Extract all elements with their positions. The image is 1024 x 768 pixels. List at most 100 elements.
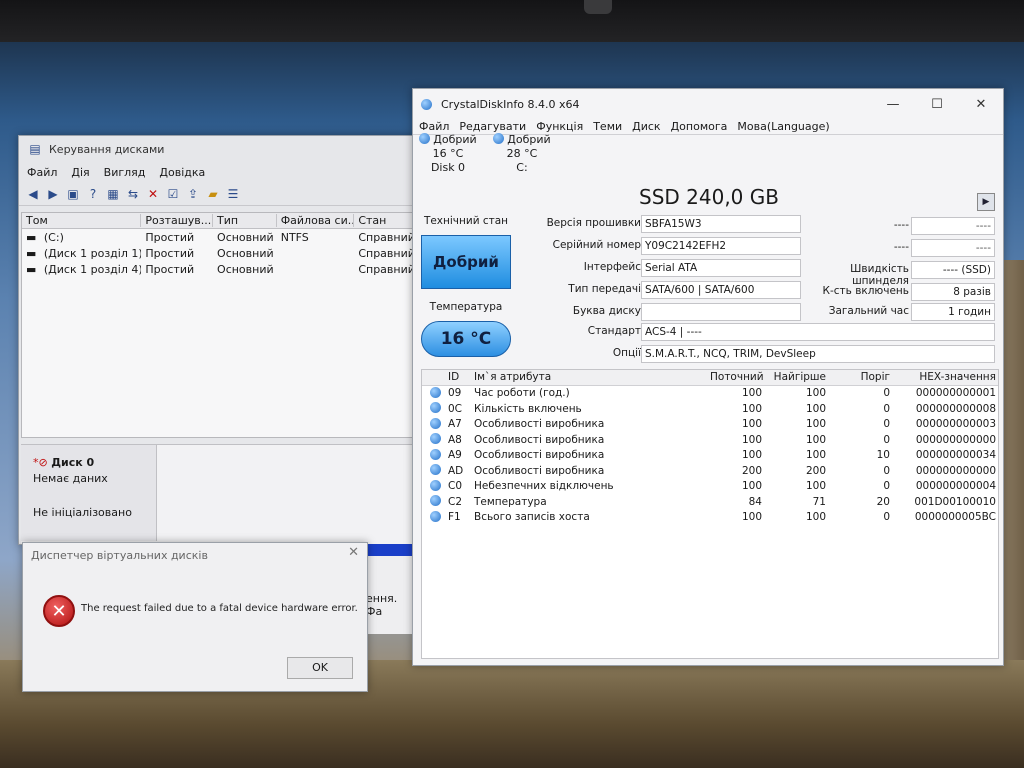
table-row[interactable]: A8 Особливості виробника 100 100 0 0000000000…: [422, 432, 998, 448]
col-current[interactable]: Поточний: [710, 371, 764, 383]
status-dot-icon: [422, 402, 448, 415]
attr-id: C2: [448, 495, 463, 508]
col-worst[interactable]: Найгірше: [762, 371, 826, 383]
attr-raw-hex: 000000000034: [915, 449, 996, 462]
status-dot-icon: [422, 433, 448, 446]
attr-id: A9: [448, 449, 462, 462]
table-row[interactable]: C0 Небезпечних відключень 100 100 0 000000000…: [422, 479, 998, 495]
col-raw-hex[interactable]: HEX-значення: [890, 371, 996, 383]
disk-tab-0[interactable]: Добрий 16 °C Disk 0: [413, 133, 483, 175]
back-icon[interactable]: ◀: [25, 186, 41, 202]
attr-raw-hex: 000000000003: [915, 418, 996, 431]
blank-field-b: ----: [911, 239, 995, 257]
table-row[interactable]: ▬ (Диск 1 розділ 1) Простий Основний Спр…: [22, 245, 416, 261]
attr-name: Час роботи (год.): [474, 387, 570, 400]
toolbar: ◀ ▶ ▣ ? ▦ ⇆ ✕ ☑ ⇪ ▰ ☰: [19, 182, 417, 206]
disk-tab-status-text: Добрий: [433, 133, 477, 146]
attr-worst: 100: [805, 433, 826, 446]
attr-worst: 100: [805, 449, 826, 462]
disk-0-panel[interactable]: *⊘ Диск 0 Немає даних Не ініціалізовано: [21, 445, 157, 541]
attr-raw-hex: 000000000004: [915, 480, 996, 493]
disk-tab-name: Disk 0: [430, 161, 466, 174]
volume-status: Справний...: [358, 262, 416, 276]
connect-icon[interactable]: ⇆: [125, 186, 141, 202]
menu-theme[interactable]: Теми: [593, 120, 622, 133]
table-row[interactable]: F1 Всього записів хоста 100 100 0 0000000005B…: [422, 510, 998, 526]
blank-label-a: ----: [893, 219, 909, 231]
table-row[interactable]: 0C Кількість включень 100 100 0 000000000008: [422, 401, 998, 417]
maximize-icon[interactable]: ☐: [915, 89, 959, 119]
temp-label: Температура: [429, 301, 503, 313]
volume-name: ▬ (Диск 1 розділ 1): [26, 246, 142, 260]
delete-icon[interactable]: ✕: [145, 186, 161, 202]
menu-disk[interactable]: Диск: [632, 120, 660, 133]
disk-tab-temp: 16 °C: [432, 147, 464, 160]
ok-button[interactable]: OK: [287, 657, 353, 679]
console-icon[interactable]: ▣: [65, 186, 81, 202]
rpm-label: Швидкість шпинделя: [850, 263, 909, 287]
features-field: S.M.A.R.T., NCQ, TRIM, DevSleep: [641, 345, 995, 363]
col-status[interactable]: Стан: [354, 214, 416, 227]
next-disk-button[interactable]: ▶: [977, 193, 995, 211]
volume-list: Том Розташув... Тип Файлова си... Стан ▬…: [21, 212, 417, 438]
attr-raw-hex: 000000000000: [915, 464, 996, 477]
disk-tab-status: Добрий: [487, 133, 557, 147]
volume-filesystem: NTFS: [280, 230, 309, 244]
attr-worst: 200: [805, 464, 826, 477]
attr-current: 100: [741, 402, 762, 415]
properties-icon[interactable]: ▦: [105, 186, 121, 202]
check-icon[interactable]: ☑: [165, 186, 181, 202]
col-filesystem[interactable]: Файлова си...: [277, 214, 355, 227]
list-icon[interactable]: ☰: [225, 186, 241, 202]
webcam: [584, 0, 612, 14]
disk-0-title: *⊘ Диск 0: [33, 455, 156, 471]
menu-file[interactable]: Файл: [419, 120, 449, 133]
smart-table-body: 09 Час роботи (год.) 100 100 0 000000000001 0C…: [422, 386, 998, 526]
menu-file[interactable]: Файл: [27, 166, 57, 179]
disk-tab-1[interactable]: Добрий 28 °C C:: [487, 133, 557, 175]
folder-icon[interactable]: ▰: [205, 186, 221, 202]
help-icon[interactable]: ?: [85, 186, 101, 202]
menu-help[interactable]: Допомога: [671, 120, 728, 133]
menu-language[interactable]: Мова(Language): [737, 120, 829, 133]
smart-attribute-table: ID Ім`я атрибута Поточний Найгірше Поріг…: [421, 369, 999, 659]
table-row[interactable]: A9 Особливості виробника 100 100 10 000000000…: [422, 448, 998, 464]
volume-status: Справний...: [358, 246, 416, 260]
menu-edit[interactable]: Редагувати: [459, 120, 526, 133]
table-row[interactable]: C2 Температура 84 71 20 001D00100010: [422, 494, 998, 510]
table-row[interactable]: ▬ (Диск 1 розділ 4) Простий Основний Спр…: [22, 261, 416, 277]
col-id[interactable]: ID: [448, 371, 474, 383]
volume-name: ▬ (C:): [26, 230, 64, 244]
disk-0-init: Не ініціалізовано: [33, 506, 132, 519]
table-row[interactable]: A7 Особливості виробника 100 100 0 0000000000…: [422, 417, 998, 433]
menu-help[interactable]: Довідка: [159, 166, 205, 179]
attr-worst: 100: [805, 402, 826, 415]
table-row[interactable]: 09 Час роботи (год.) 100 100 0 000000000001: [422, 386, 998, 402]
volume-name: ▬ (Диск 1 розділ 4): [26, 262, 142, 276]
status-dot-icon: [422, 464, 448, 477]
col-attribute-name[interactable]: Ім`я атрибута: [474, 371, 710, 383]
attr-current: 84: [748, 495, 762, 508]
menu-action[interactable]: Дія: [71, 166, 89, 179]
close-icon[interactable]: ✕: [348, 545, 359, 560]
letter-field: [641, 303, 801, 321]
attr-name: Особливості виробника: [474, 464, 605, 477]
col-type[interactable]: Тип: [213, 214, 277, 227]
menu-bar: Файл Дія Вигляд Довідка: [19, 162, 417, 182]
health-status[interactable]: Добрий: [421, 235, 511, 289]
close-icon[interactable]: ✕: [959, 89, 1003, 119]
forward-icon[interactable]: ▶: [45, 186, 61, 202]
attr-name: Небезпечних відключень: [474, 480, 614, 493]
menu-function[interactable]: Функція: [536, 120, 583, 133]
minimize-icon[interactable]: —: [871, 89, 915, 119]
export-icon[interactable]: ⇪: [185, 186, 201, 202]
col-layout[interactable]: Розташув...: [141, 214, 214, 227]
table-row[interactable]: AD Особливості виробника 200 200 0 0000000000…: [422, 463, 998, 479]
attr-id: A8: [448, 433, 462, 446]
menu-view[interactable]: Вигляд: [104, 166, 146, 179]
disk-0-name: Диск 0: [51, 456, 95, 469]
col-threshold[interactable]: Поріг: [826, 371, 890, 383]
crystaldiskinfo-window: CrystalDiskInfo 8.4.0 x64 — ☐ ✕ Файл Ред…: [412, 88, 1004, 666]
table-row[interactable]: ▬ (C:) Простий Основний NTFS Справний...: [22, 229, 416, 245]
col-volume[interactable]: Том: [22, 214, 142, 227]
